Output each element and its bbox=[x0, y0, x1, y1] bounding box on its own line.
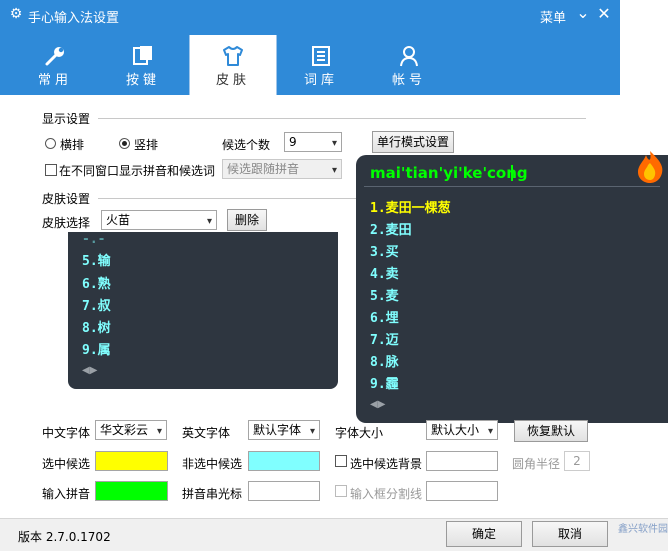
candidate-item: 4.卖 bbox=[370, 267, 399, 282]
person-icon bbox=[400, 46, 418, 67]
chevron-down-icon: ▾ bbox=[309, 426, 315, 437]
candidate-item: 8.树 bbox=[82, 321, 111, 336]
follow-pinyin-select[interactable]: 候选跟随拼音 ▾ bbox=[222, 159, 342, 179]
vertical-radio[interactable] bbox=[119, 138, 130, 149]
page-arrows-icon[interactable]: ◀▶ bbox=[370, 399, 385, 410]
chinese-font-select[interactable]: 华文彩云 ▾ bbox=[95, 420, 167, 440]
cursor-color[interactable] bbox=[248, 481, 320, 501]
input-pinyin-label: 输入拼音 bbox=[42, 487, 91, 501]
single-line-mode-button[interactable]: 单行模式设置 bbox=[372, 131, 454, 153]
divider-line-label: 输入框分割线 bbox=[350, 487, 423, 501]
candidate-count-select[interactable]: 9 ▾ bbox=[284, 132, 342, 152]
font-size-label: 字体大小 bbox=[335, 426, 384, 440]
selected-candidate-color[interactable] bbox=[95, 451, 168, 471]
horizontal-radio[interactable] bbox=[45, 138, 56, 149]
input-divider bbox=[364, 186, 660, 187]
selected-bg-checkbox[interactable] bbox=[335, 455, 347, 467]
tab-dictionary[interactable]: 词库 bbox=[278, 35, 364, 95]
cursor-color-label: 拼音串光标 bbox=[182, 487, 243, 501]
candidate-item: 9.霾 bbox=[370, 377, 399, 392]
candidate-item: 2.麦田 bbox=[370, 223, 412, 238]
restore-default-button[interactable]: 恢复默认 bbox=[514, 420, 588, 442]
skin-select-value: 火苗 bbox=[106, 213, 131, 227]
skin-settings-header: 皮肤设置 bbox=[42, 192, 91, 206]
divider-line-checkbox[interactable] bbox=[335, 485, 347, 497]
selected-bg-label: 选中候选背景 bbox=[350, 457, 423, 471]
tab-account[interactable]: 帐号 bbox=[366, 35, 452, 95]
horizontal-label: 横排 bbox=[60, 138, 85, 152]
settings-gear-icon: ⚙ bbox=[9, 6, 23, 22]
tab-label: 词库 bbox=[303, 73, 338, 88]
divider bbox=[98, 118, 586, 119]
flame-icon bbox=[638, 151, 663, 183]
book-icon bbox=[312, 46, 330, 66]
skin-preview-large: mai'tian'yi'ke'cong 1.麦田一棵葱 2.麦田 3.买 4.卖… bbox=[356, 151, 668, 423]
pinyin-input-text: mai'tian'yi'ke'cong bbox=[370, 164, 528, 182]
close-button[interactable]: ✕ bbox=[596, 4, 612, 23]
chevron-down-icon: ▾ bbox=[156, 426, 162, 437]
candidate-count-label: 候选个数 bbox=[222, 138, 271, 152]
candidate-item: 5.麦 bbox=[370, 289, 399, 304]
tab-skin[interactable]: 皮肤 bbox=[189, 35, 277, 95]
english-font-label: 英文字体 bbox=[182, 426, 231, 440]
candidate-item: 6.熟 bbox=[82, 277, 111, 292]
skin-preview-small: -.- 5.输 6.熟 7.叔 8.树 9.属 ◀▶ bbox=[68, 232, 338, 389]
candidate-count-value: 9 bbox=[289, 135, 297, 149]
tab-label: 按键 bbox=[125, 73, 160, 88]
corner-radius-label: 圆角半径 bbox=[512, 457, 561, 471]
delete-skin-button[interactable]: 删除 bbox=[227, 209, 267, 231]
corner-radius-input[interactable]: 2 bbox=[564, 451, 590, 471]
candidate-item: 5.输 bbox=[82, 254, 111, 269]
chinese-font-label: 中文字体 bbox=[42, 426, 91, 440]
selected-candidate-label: 选中候选 bbox=[42, 457, 91, 471]
wrench-icon bbox=[45, 47, 64, 66]
chevron-down-icon: ▾ bbox=[206, 216, 212, 227]
candidate-item: 3.买 bbox=[370, 245, 399, 260]
separate-window-checkbox[interactable] bbox=[45, 164, 57, 176]
keys-icon bbox=[133, 46, 152, 65]
watermark: 鑫兴软件园 bbox=[618, 524, 668, 535]
version-text: 版本 2.7.0.1702 bbox=[18, 530, 111, 544]
window-title: 手心输入法设置 bbox=[28, 11, 120, 26]
candidate-item: 8.脉 bbox=[370, 355, 399, 370]
candidate-item: 7.迈 bbox=[370, 333, 399, 348]
candidate-item: 7.叔 bbox=[82, 299, 111, 314]
english-font-select[interactable]: 默认字体 ▾ bbox=[248, 420, 320, 440]
input-pinyin-color[interactable] bbox=[95, 481, 168, 501]
vertical-label: 竖排 bbox=[134, 138, 159, 152]
tab-label: 常用 bbox=[37, 73, 72, 88]
chevron-down-icon: ▾ bbox=[331, 165, 337, 176]
tab-label: 皮肤 bbox=[215, 73, 250, 88]
menu-button[interactable]: 菜单 bbox=[540, 7, 566, 26]
page-arrows-icon[interactable]: ◀▶ bbox=[82, 365, 97, 376]
tab-common[interactable]: 常用 bbox=[12, 35, 98, 95]
input-cursor bbox=[511, 165, 513, 181]
english-font-value: 默认字体 bbox=[253, 423, 302, 437]
separate-window-label: 在不同窗口显示拼音和候选词 bbox=[59, 164, 216, 178]
chevron-down-icon: ▾ bbox=[331, 138, 337, 149]
divider-line-color[interactable] bbox=[426, 481, 498, 501]
candidate-item: 9.属 bbox=[82, 343, 111, 358]
chinese-font-value: 华文彩云 bbox=[100, 423, 149, 437]
chevron-down-icon: ▾ bbox=[487, 426, 493, 437]
divider bbox=[98, 198, 356, 199]
minimize-button[interactable]: ⌄ bbox=[575, 3, 591, 22]
tab-label: 帐号 bbox=[391, 73, 426, 88]
candidate-item-selected: 1.麦田一棵葱 bbox=[370, 201, 451, 216]
font-size-select[interactable]: 默认大小 ▾ bbox=[426, 420, 498, 440]
font-size-value: 默认大小 bbox=[431, 423, 480, 437]
unselected-candidate-color[interactable] bbox=[248, 451, 320, 471]
ok-button[interactable]: 确定 bbox=[446, 521, 522, 547]
skin-select[interactable]: 火苗 ▾ bbox=[101, 210, 217, 230]
selected-bg-color[interactable] bbox=[426, 451, 498, 471]
tab-keys[interactable]: 按键 bbox=[100, 35, 186, 95]
cancel-button[interactable]: 取消 bbox=[532, 521, 608, 547]
candidate-item: 6.埋 bbox=[370, 311, 399, 326]
follow-pinyin-value: 候选跟随拼音 bbox=[227, 162, 300, 176]
candidate-fragment: -.- bbox=[82, 232, 106, 247]
skin-select-label: 皮肤选择 bbox=[42, 216, 91, 230]
unselected-candidate-label: 非选中候选 bbox=[182, 457, 243, 471]
shirt-icon bbox=[223, 46, 243, 66]
display-settings-header: 显示设置 bbox=[42, 112, 91, 126]
